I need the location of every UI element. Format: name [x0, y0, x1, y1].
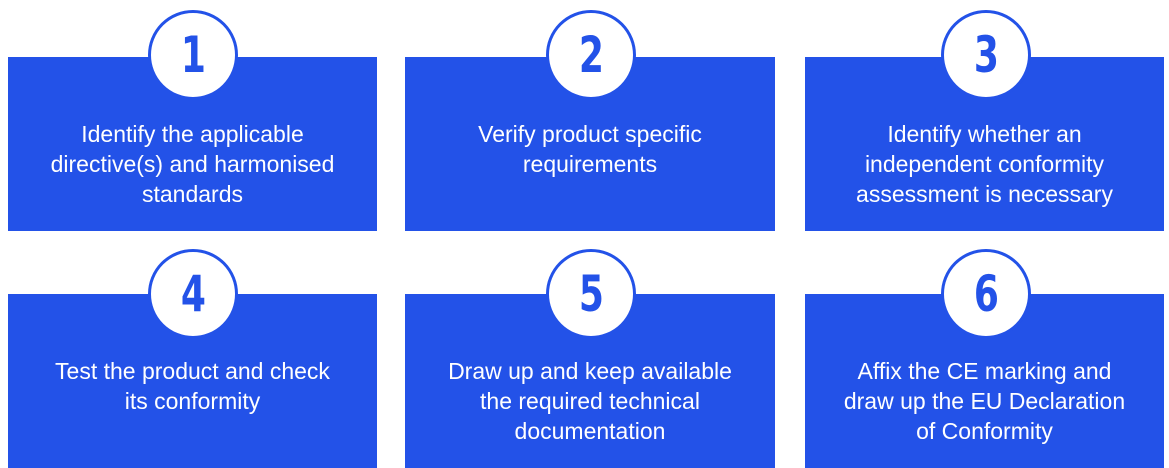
step-number: 2: [578, 26, 604, 84]
step-6: Affix the CE marking and draw up the EU …: [805, 237, 1169, 468]
step-text-line: standards: [141, 181, 243, 207]
step-text-line: independent conformity: [864, 151, 1105, 177]
step-number-badge: 3: [941, 10, 1031, 100]
step-number: 1: [180, 26, 206, 84]
step-number-badge: 4: [148, 249, 238, 339]
step-text-line: Affix the CE marking and: [857, 358, 1112, 384]
step-5: Draw up and keep available the required …: [405, 237, 775, 468]
step-number-badge: 2: [546, 10, 636, 100]
step-number-badge: 5: [546, 249, 636, 339]
step-text-line: Identify whether an: [887, 121, 1082, 147]
step-number-badge: 1: [148, 10, 238, 100]
step-1: Identify the applicable directive(s) and…: [8, 0, 377, 231]
step-text-line: Draw up and keep available: [448, 358, 732, 384]
step-number: 3: [973, 26, 999, 84]
step-text-line: of Conformity: [916, 418, 1053, 444]
step-text-line: Verify product specific: [478, 121, 702, 147]
step-4: Test the product and check its conformit…: [8, 237, 377, 468]
step-text-line: draw up the EU Declaration: [843, 388, 1126, 414]
step-text-line: the required technical: [480, 388, 700, 414]
step-number: 5: [578, 265, 604, 323]
step-text-line: Test the product and check: [55, 358, 330, 384]
step-text-line: directive(s) and harmonised: [50, 151, 335, 177]
step-number-badge: 6: [941, 249, 1031, 339]
step-number: 6: [973, 265, 999, 323]
step-text-line: its conformity: [124, 388, 261, 414]
step-2: Verify product specific requirements 2: [405, 0, 775, 231]
step-text-line: Identify the applicable: [81, 121, 304, 147]
step-number: 4: [180, 265, 206, 323]
step-text-line: assessment is necessary: [856, 181, 1113, 207]
step-text-line: documentation: [514, 418, 666, 444]
step-text-line: requirements: [522, 151, 658, 177]
step-3: Identify whether an independent conformi…: [805, 0, 1169, 231]
